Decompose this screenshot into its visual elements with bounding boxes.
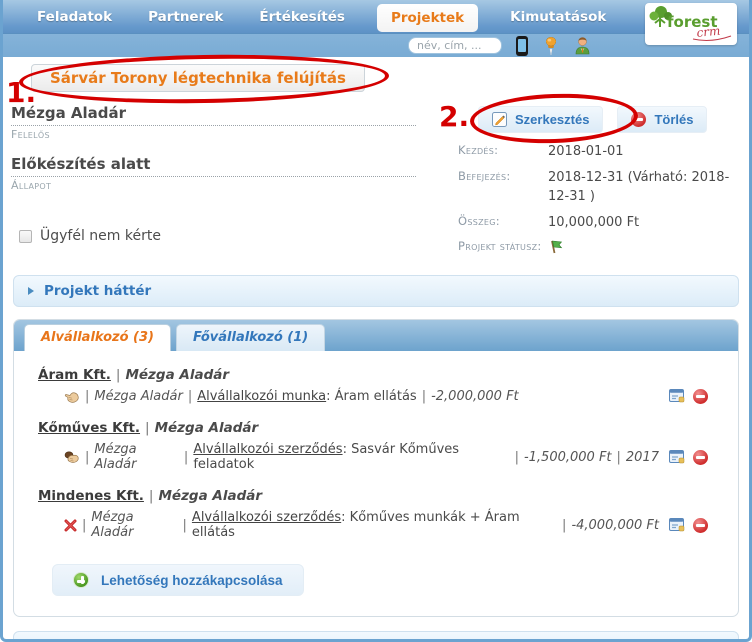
form-icon[interactable]: [669, 389, 686, 404]
owner-name: Mézga Aladár: [155, 420, 259, 436]
owner-name: Mézga Aladár: [158, 488, 262, 504]
year-text: 2017: [626, 450, 659, 465]
project-background-title: Projekt háttér: [44, 283, 151, 299]
person-name: Mézga Aladár: [94, 442, 179, 472]
status-label: Állapot: [11, 179, 416, 192]
list-item: Kőműves Kft.|Mézga Aladár | Mézga Aladár…: [38, 420, 708, 472]
logo-crm-text: crm: [696, 24, 721, 40]
detail-type-link[interactable]: Alvállalkozói szerződés: [192, 510, 341, 525]
end-label: Befejezés:: [458, 169, 544, 207]
delete-icon: [631, 112, 646, 127]
company-link[interactable]: Áram Kft.: [38, 367, 111, 383]
remove-icon[interactable]: [693, 518, 708, 533]
start-label: Kezdés:: [458, 143, 544, 162]
quick-toolbar: [3, 34, 749, 57]
red-x-icon: [64, 519, 77, 532]
nav-tab-feladatok[interactable]: Feladatok: [33, 2, 116, 32]
delete-button-label: Törlés: [654, 112, 693, 127]
detail-desc: : Áram ellátás: [326, 389, 417, 404]
search-input[interactable]: [408, 37, 502, 54]
nav-tab-ertekesites[interactable]: Értékesítés: [255, 2, 349, 32]
start-value: 2018-01-01: [548, 143, 733, 162]
person-name: Mézga Aladár: [91, 510, 177, 540]
amount-text: -4,000,000 Ft: [571, 518, 659, 533]
tab-alvallalkozo[interactable]: Alvállalkozó (3): [24, 324, 171, 351]
amount-value: 10,000,000 Ft: [548, 214, 733, 233]
plus-icon: [73, 572, 89, 588]
end-value: 2018-12-31 (Várható: 2018-12-31 ): [548, 169, 733, 207]
project-status-label: Projekt státusz:: [458, 239, 544, 261]
nav-tab-partnerek[interactable]: Partnerek: [144, 2, 227, 32]
collapse-arrow-icon: [28, 287, 34, 295]
app-window: Feladatok Partnerek Értékesítés Projekte…: [0, 0, 752, 642]
detail-type-link[interactable]: Alvállalkozói munka: [197, 389, 326, 404]
contractors-section: Alvállalkozó (3) Fővállalkozó (1) Áram K…: [13, 319, 739, 617]
project-status-value: [548, 239, 733, 261]
phone-icon[interactable]: [516, 36, 528, 56]
contractor-tab-strip: Alvállalkozó (3) Fővállalkozó (1): [14, 320, 738, 351]
amount-text: -2,000,000 Ft: [431, 389, 519, 404]
add-opportunity-button[interactable]: Lehetőség hozzákapcsolása: [52, 564, 304, 596]
edit-icon: [492, 112, 507, 127]
owner-name: Mézga Aladár: [125, 367, 229, 383]
client-not-requested-checkbox[interactable]: [19, 230, 32, 243]
add-opportunity-label: Lehetőség hozzákapcsolása: [101, 573, 283, 588]
flag-icon: [548, 239, 563, 254]
project-background-panel[interactable]: Projekt háttér: [13, 275, 739, 307]
page-title: Sárvár Torony légtechnika felújítás: [31, 64, 365, 92]
user-icon[interactable]: [574, 36, 591, 55]
hand-icon: [64, 390, 80, 404]
person-name: Mézga Aladár: [94, 389, 182, 404]
client-not-requested-label: Ügyfél nem kérte: [40, 228, 161, 244]
list-item: Áram Kft.|Mézga Aladár | Mézga Aladár | …: [38, 367, 708, 404]
amount-label: Összeg:: [458, 214, 544, 233]
form-icon[interactable]: [669, 518, 686, 533]
main-nav: Feladatok Partnerek Értékesítés Projekte…: [3, 0, 749, 34]
nav-tab-projektek[interactable]: Projektek: [377, 4, 478, 32]
tab-fovallalkozo[interactable]: Fővállalkozó (1): [176, 324, 325, 351]
edit-button[interactable]: Szerkesztés: [478, 106, 603, 133]
pushpin-icon[interactable]: [542, 36, 560, 56]
iforest-crm-logo[interactable]: forest crm: [645, 3, 737, 45]
hand-holding-icon: [64, 450, 80, 464]
responsible-field: Mézga Aladár Felelős: [11, 104, 416, 141]
list-item: Mindenes Kft.|Mézga Aladár | Mézga Aladá…: [38, 488, 708, 540]
responsible-value: Mézga Aladár: [11, 104, 416, 126]
project-details: Kezdés: 2018-01-01 Befejezés: 2018-12-31…: [458, 143, 733, 261]
status-field: Előkészítés alatt Állapot: [11, 155, 416, 192]
milestones-panel[interactable]: Mérföldkövek (0 db): [13, 631, 739, 642]
project-summary: Mézga Aladár Felelős Előkészítés alatt Á…: [3, 104, 749, 261]
responsible-label: Felelős: [11, 128, 416, 141]
form-icon[interactable]: [669, 450, 686, 465]
nav-tab-kimutatasok[interactable]: Kimutatások: [506, 2, 610, 32]
status-value: Előkészítés alatt: [11, 155, 416, 177]
company-link[interactable]: Mindenes Kft.: [38, 488, 144, 504]
remove-icon[interactable]: [693, 450, 708, 465]
company-link[interactable]: Kőműves Kft.: [38, 420, 140, 436]
detail-type-link[interactable]: Alvállalkozói szerződés: [193, 442, 342, 457]
remove-icon[interactable]: [693, 389, 708, 404]
edit-button-label: Szerkesztés: [515, 112, 589, 127]
amount-text: -1,500,000 Ft: [524, 450, 612, 465]
delete-button[interactable]: Törlés: [617, 106, 707, 133]
